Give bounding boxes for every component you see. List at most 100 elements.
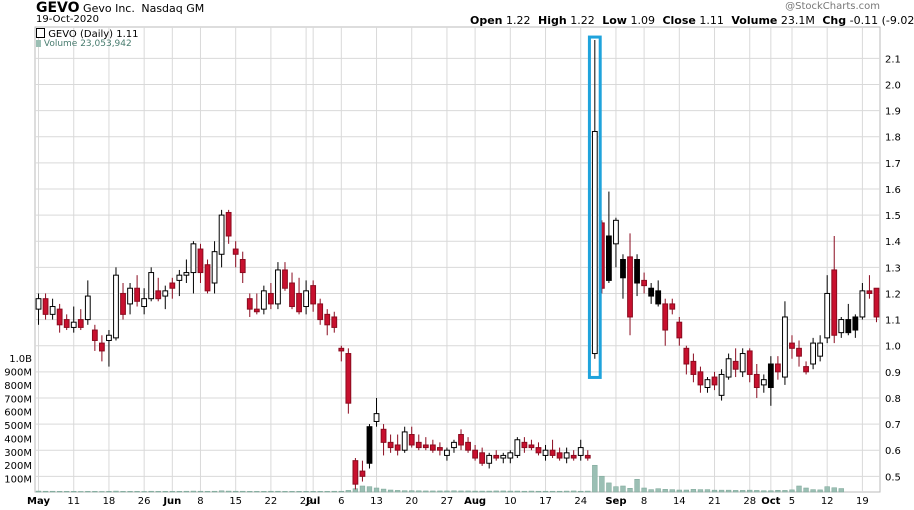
date-tick-label: Oct [761,496,780,507]
candle-body [577,447,584,456]
candle-body [253,308,260,313]
volume-bar [345,490,351,493]
candle-body [106,334,112,341]
volume-bar [78,491,84,493]
volume-bar [366,486,373,493]
volume-bar [733,490,739,493]
candle-body [444,449,450,456]
volume-bar [669,489,675,493]
volume-bar [754,490,760,493]
volume-bar [71,491,77,493]
candle-body [570,454,577,459]
price-tick-label: 1.6 [885,185,901,196]
candle-body [415,441,422,449]
candle-body [155,290,162,300]
candle-body [366,426,373,464]
volume-bar [725,489,732,493]
volume-bar [500,490,506,493]
volume-bar [148,490,154,493]
volume-bar [92,491,98,493]
date-tick-label: 26 [138,496,151,507]
volume-tick-label: 900M [4,368,32,379]
volume-bar [113,490,119,493]
volume-bar [275,490,281,493]
volume-bar [423,490,429,493]
date-tick-label: May [27,496,50,507]
volume-bar [395,490,401,493]
price-tick-label: 1.3 [885,263,901,274]
candle-body [99,342,105,352]
candle-body [35,298,42,310]
candle-body [507,452,514,459]
candle-body [338,347,345,352]
candle-body [437,447,443,451]
candle-body [204,264,211,292]
open-value: 1.22 [506,14,531,27]
volume-bar [556,490,563,493]
date-tick-label: 8 [641,496,647,507]
candle-body [542,449,549,456]
date-tick-label: 24 [574,496,587,507]
volume-bar [662,489,668,493]
close-label: Close [662,14,696,27]
volume-bar [134,491,140,493]
price-tick-label: 1.7 [885,159,901,170]
candle-body [584,454,591,459]
price-tick-label: 0.9 [885,368,901,379]
candle-body [817,342,824,357]
volume-bar [831,487,837,493]
volume-bar [592,464,598,493]
candle-body [91,329,98,341]
candle-body [845,319,852,334]
volume-bar [690,489,697,493]
candle-body [317,303,324,321]
axis-labels: 0.5 0.6 0.7 0.8 0.9 1.0 1.1 1.2 1.3 1.4 1.5 1.6 1.7 1… [4,54,901,507]
volume-bar [789,489,795,493]
candle-body [627,256,633,318]
date-tick-label: 8 [197,496,203,507]
candle-body [232,248,239,255]
volume-bar [183,490,190,493]
candle-body [190,243,197,274]
candle-body [796,347,802,357]
volume-bar [634,479,640,493]
date-tick-label: 17 [539,496,552,507]
candle-body [514,439,521,456]
exchange-name: Nasdaq GM [141,2,205,15]
candle-body [197,248,204,274]
plot-frame [34,26,881,493]
candle-body [113,274,119,339]
volume-bar [155,491,161,493]
volume-bar [613,486,619,493]
volume-bar [606,482,612,493]
change-label: Chg [822,14,847,27]
candle-body [408,434,415,446]
volume-tick-label: 500M [4,421,32,432]
volume-tick-label: 700M [4,394,32,405]
candle-body [852,316,859,331]
date-tick-label: Jul [305,496,320,507]
candle-body [275,269,281,305]
candle-body [824,292,831,339]
candle-body [746,350,753,375]
volume-bar [268,490,274,493]
volume-tick-label: 1.0B [9,354,32,365]
volume-legend: Volume 23,053,942 [36,39,132,49]
candle-body [63,319,70,328]
volume-bar [437,490,443,493]
candle-body [394,444,401,451]
date-tick-label: 12 [821,496,834,507]
volume-bar [317,491,323,493]
candle-body [690,360,697,375]
volume-bar [493,490,499,493]
candle-body [838,319,845,334]
volume-label: Volume [731,14,778,27]
volume-bar [648,489,654,493]
volume-bar [49,490,56,493]
volume-bar [233,490,239,493]
volume-bar [549,490,556,493]
watermark: @StockCharts.com [785,1,880,12]
volume-bar [465,490,471,493]
volume-tick-label: 400M [4,434,32,445]
candle-body [56,308,63,326]
